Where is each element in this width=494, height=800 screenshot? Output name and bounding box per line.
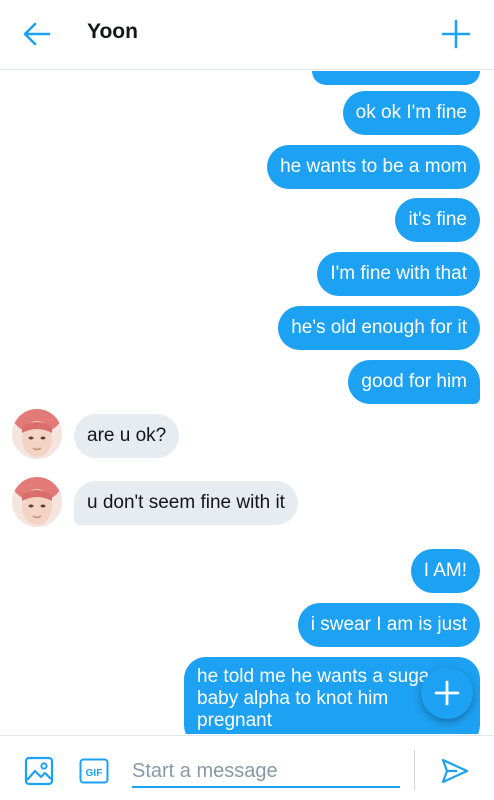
message-text: I AM! (423, 560, 467, 581)
message-bubble-outgoing[interactable]: i swear I am is just (297, 603, 480, 647)
arrow-left-icon[interactable] (22, 20, 52, 48)
message-bubble-cutoff (312, 71, 480, 85)
message-text: ok ok I'm fine (355, 102, 467, 123)
plus-icon[interactable] (441, 19, 471, 49)
message-text: he's old enough for it (291, 317, 467, 338)
avatar[interactable] (12, 477, 62, 527)
image-icon[interactable] (24, 756, 54, 786)
message-text: i swear I am is just (310, 614, 467, 635)
message-composer: GIF (0, 735, 494, 800)
avatar[interactable] (12, 409, 62, 459)
avatar-image (12, 409, 62, 459)
avatar-image (12, 477, 62, 527)
message-text: good for him (361, 371, 467, 392)
conversation-title: Yoon (87, 20, 138, 43)
message-text: are u ok? (87, 425, 167, 446)
message-bubble-outgoing[interactable]: ok ok I'm fine (342, 91, 480, 135)
message-bubble-outgoing[interactable]: it's fine (395, 198, 480, 242)
message-bubble-incoming[interactable]: u don't seem fine with it (74, 481, 298, 525)
message-bubble-outgoing[interactable]: I AM! (410, 549, 480, 593)
composer-divider (414, 750, 415, 790)
message-text: it's fine (408, 209, 467, 230)
message-bubble-outgoing[interactable]: he wants to be a mom (267, 145, 480, 189)
gif-label: GIF (86, 768, 103, 779)
new-message-fab[interactable] (421, 667, 473, 719)
message-input[interactable] (132, 756, 400, 788)
message-text-line: pregnant (197, 710, 273, 731)
message-text: u don't seem fine with it (87, 492, 285, 513)
plus-icon (434, 680, 460, 706)
message-bubble-outgoing[interactable]: good for him (348, 360, 480, 404)
message-bubble-incoming[interactable]: are u ok? (74, 414, 180, 458)
conversation-header: Yoon (0, 0, 494, 70)
message-text: I'm fine with that (330, 263, 467, 284)
gif-icon[interactable]: GIF (79, 758, 109, 784)
message-list[interactable]: ok ok I'm fine he wants to be a mom it's… (0, 71, 494, 734)
send-icon[interactable] (440, 757, 470, 785)
message-text: he wants to be a mom (280, 156, 467, 177)
message-bubble-outgoing[interactable]: I'm fine with that (317, 252, 480, 296)
message-bubble-outgoing[interactable]: he's old enough for it (278, 306, 480, 350)
